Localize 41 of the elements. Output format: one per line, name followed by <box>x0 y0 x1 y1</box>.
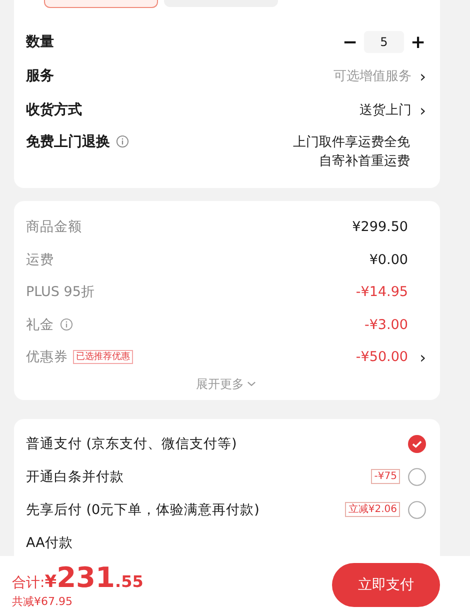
checked-radio-icon[interactable] <box>408 434 426 452</box>
price-value: ¥0.00 <box>369 252 408 268</box>
row-label: 服务 <box>26 67 54 85</box>
quantity-field[interactable]: 5 <box>364 31 404 53</box>
discount-tag: -¥75 <box>371 469 400 484</box>
payment-option[interactable]: 普通支付 (京东支付、微信支付等) <box>26 434 237 452</box>
chevron-icon[interactable]: › <box>420 66 426 86</box>
shipping-note: 自寄补首重运费 <box>319 153 410 171</box>
price-label: 商品金额 <box>26 218 82 236</box>
chevron-down-icon[interactable] <box>247 381 256 387</box>
price-label: 优惠券 <box>26 348 68 366</box>
coupon-tag: 已选推荐优惠 <box>73 350 133 364</box>
shipping-note: 上门取件享运费全免 <box>293 134 410 152</box>
price-value: -¥50.00 <box>356 349 408 366</box>
spec-option[interactable] <box>44 0 158 8</box>
info-icon[interactable] <box>116 135 129 148</box>
radio-icon[interactable] <box>408 468 426 486</box>
row-value[interactable]: 送货上门 <box>360 101 412 119</box>
price-label: 礼金 <box>26 316 54 334</box>
row-label: 收货方式 <box>26 101 82 119</box>
price-label: PLUS 95折 <box>26 283 95 302</box>
price-label: 运费 <box>26 250 54 269</box>
chevron-icon[interactable]: › <box>408 348 426 367</box>
row-label: 免费上门退换 <box>26 133 110 151</box>
total-label: 合计: <box>12 574 45 592</box>
info-icon[interactable] <box>60 318 73 332</box>
total-amount: ¥231.55 <box>44 560 144 594</box>
price-value: -¥14.95 <box>356 284 408 300</box>
row-label: 数量 <box>26 33 54 51</box>
saved-amount: 共减¥67.95 <box>12 594 74 608</box>
payment-option[interactable]: 先享后付 (0元下单，体验满意再付款) <box>26 500 260 518</box>
price-value: ¥299.50 <box>352 219 408 236</box>
minus-button[interactable]: − <box>342 32 358 52</box>
radio-icon[interactable] <box>408 500 426 518</box>
chevron-icon[interactable]: › <box>420 100 426 120</box>
plus-button[interactable]: + <box>410 32 426 52</box>
pay-button[interactable]: 立即支付 <box>332 562 440 606</box>
payment-option[interactable]: 开通白条并付款 <box>26 468 124 486</box>
discount-tag: 立减¥2.06 <box>345 502 400 517</box>
payment-option[interactable]: AA付款 <box>26 534 73 552</box>
price-value: -¥3.00 <box>364 316 408 333</box>
